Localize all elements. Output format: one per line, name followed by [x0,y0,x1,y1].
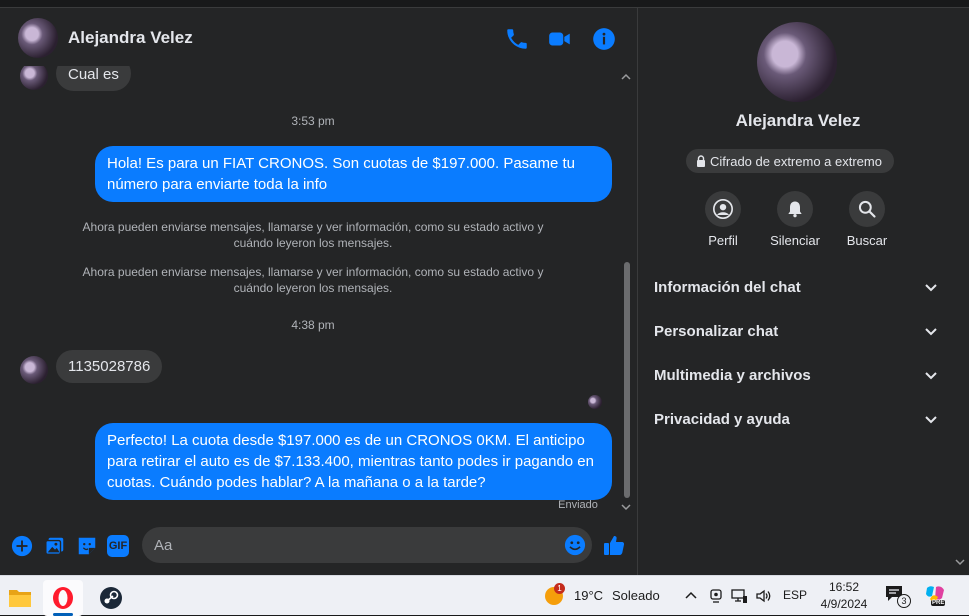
chevron-down-icon [925,416,937,424]
sent-status: Enviado [558,499,598,511]
language-indicator[interactable]: ESP [783,588,807,602]
section-privacy-help[interactable]: Privacidad y ayuda [646,401,946,437]
image-icon[interactable] [44,535,66,557]
message-input[interactable] [154,527,554,563]
copilot-button[interactable]: PRE [924,584,948,610]
chevron-down-icon [925,372,937,380]
lock-icon [697,155,705,167]
message-list[interactable]: Cual es 3:53 pm Hola! Es para un FIAT CR… [8,66,636,518]
system-notice: Ahora pueden enviarse mensajes, llamarse… [82,220,544,250]
chat-header: Alejandra Velez [8,8,636,66]
panel-contact-name: Alejandra Velez [735,111,861,130]
opera-icon [53,587,73,609]
steam-button[interactable] [91,580,131,616]
contact-avatar-small[interactable] [20,356,48,384]
encryption-label: Cifrado de extremo a extremo [710,153,882,169]
search-action[interactable]: Buscar [832,191,902,248]
weather-desc: Soleado [612,588,660,603]
contact-avatar[interactable] [18,18,58,58]
gif-icon[interactable]: GIF [107,535,129,557]
like-icon[interactable] [602,533,626,557]
chevron-down-icon [925,328,937,336]
emoji-icon[interactable] [564,534,586,556]
message-input-wrapper [142,527,592,563]
message-composer: GIF [8,520,636,572]
panel-avatar[interactable] [757,22,837,102]
weather-widget[interactable]: 1 19°C Soleado [540,576,670,616]
conversation-info-panel: Alejandra Velez Cifrado de extremo a ext… [637,8,969,575]
scroll-down-arrow-icon[interactable] [621,502,631,512]
sticker-icon[interactable] [76,535,98,557]
profile-action[interactable]: Perfil [688,191,758,248]
messenger-window: Alejandra Velez Cual es 3:53 pm Hola! Es… [0,0,969,575]
timestamp: 4:38 pm [291,318,335,332]
notification-count-badge: 3 [897,594,911,608]
network-icon[interactable] [731,588,748,604]
incoming-message[interactable]: Cual es [56,66,131,91]
steam-icon [100,587,122,609]
contact-avatar-small[interactable] [20,66,48,90]
windows-taskbar: 1 19°C Soleado ESP 16:52 4/9/2024 3 PRE [0,575,969,616]
info-icon[interactable] [591,26,617,52]
phone-icon[interactable] [504,26,530,52]
file-explorer-button[interactable] [0,580,40,616]
search-icon [858,200,876,218]
system-notice: Ahora pueden enviarse mensajes, llamarse… [82,265,544,295]
read-receipt-avatar [588,395,602,409]
window-top-strip [0,0,969,8]
profile-label: Perfil [708,233,738,248]
clock[interactable]: 16:52 4/9/2024 [814,579,874,613]
weather-alert-badge: 1 [554,583,565,594]
notification-center-button[interactable]: 3 [884,584,912,612]
encryption-badge[interactable]: Cifrado de extremo a extremo [686,149,894,173]
search-label: Buscar [846,233,888,248]
section-media-files[interactable]: Multimedia y archivos [646,357,946,393]
bell-icon [788,201,802,218]
profile-icon [713,199,733,219]
clock-date: 4/9/2024 [820,597,868,611]
timestamp: 3:53 pm [291,114,335,128]
section-customize-chat[interactable]: Personalizar chat [646,313,946,349]
copilot-preview-badge: PRE [931,600,946,606]
clock-time: 16:52 [828,580,860,594]
volume-icon[interactable] [755,588,773,604]
webcam-icon[interactable] [708,588,724,604]
video-icon[interactable] [547,26,573,52]
scroll-up-arrow-icon[interactable] [621,72,631,82]
section-label: Multimedia y archivos [654,366,811,384]
weather-temp: 19°C [574,588,604,603]
section-chat-info[interactable]: Información del chat [646,269,946,305]
opera-button[interactable] [43,580,83,616]
mute-label: Silenciar [770,233,820,248]
mute-action[interactable]: Silenciar [760,191,830,248]
section-label: Información del chat [654,278,801,296]
incoming-message[interactable]: 1135028786 [56,350,163,383]
section-label: Personalizar chat [654,322,779,340]
chevron-up-icon[interactable] [684,589,698,603]
section-label: Privacidad y ayuda [654,410,790,428]
plus-icon[interactable] [11,535,33,557]
chevron-down-icon [925,284,937,292]
chat-scrollbar-thumb[interactable] [624,262,630,498]
contact-name[interactable]: Alejandra Velez [68,28,193,48]
outgoing-message[interactable]: Perfecto! La cuota desde $197.000 es de … [95,423,612,500]
outgoing-message[interactable]: Hola! Es para un FIAT CRONOS. Son cuotas… [95,146,612,202]
panel-scroll-down-icon[interactable] [955,530,965,570]
file-explorer-icon [9,590,31,607]
